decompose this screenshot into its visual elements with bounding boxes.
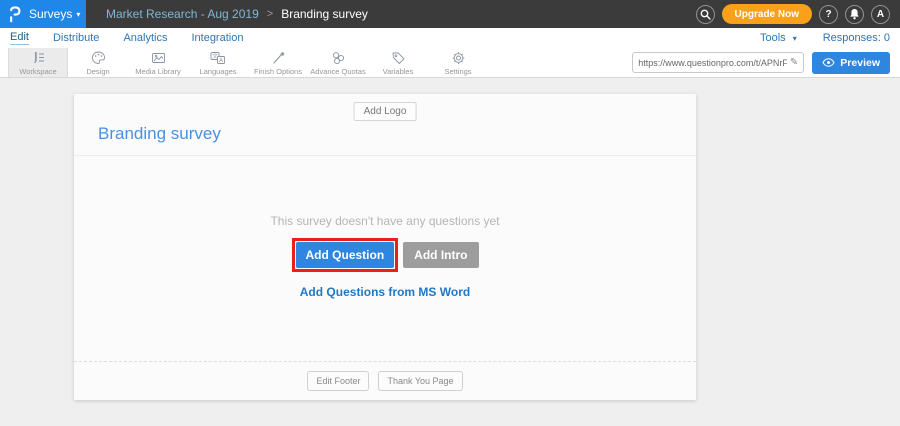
highlight-box: Add Question bbox=[292, 238, 399, 272]
surveys-menu-label: Surveys bbox=[29, 7, 72, 21]
add-logo-button[interactable]: Add Logo bbox=[354, 102, 417, 121]
edit-toolbar: Workspace Design Media Library bbox=[0, 48, 900, 78]
toolbar-item-label: Design bbox=[86, 67, 109, 76]
workspace-icon bbox=[31, 51, 46, 65]
design-icon bbox=[91, 51, 106, 65]
tab-analytics[interactable]: Analytics bbox=[123, 32, 167, 44]
thank-you-page-button[interactable]: Thank You Page bbox=[378, 371, 462, 391]
add-intro-button[interactable]: Add Intro bbox=[403, 242, 478, 268]
breadcrumb: Market Research - Aug 2019 > Branding su… bbox=[106, 7, 368, 21]
toolbar-item-languages[interactable]: 文 A Languages bbox=[188, 48, 248, 77]
toolbar-spacer bbox=[488, 48, 632, 77]
toolbar-item-media-library[interactable]: Media Library bbox=[128, 48, 188, 77]
survey-card: Add Logo Branding survey This survey doe… bbox=[74, 94, 696, 400]
survey-title[interactable]: Branding survey bbox=[98, 124, 221, 144]
breadcrumb-current: Branding survey bbox=[281, 7, 368, 21]
toolbar-item-workspace[interactable]: Workspace bbox=[8, 48, 68, 77]
breadcrumb-separator: > bbox=[267, 8, 273, 20]
edit-footer-button[interactable]: Edit Footer bbox=[307, 371, 369, 391]
notifications-button[interactable] bbox=[845, 5, 864, 24]
breadcrumb-parent[interactable]: Market Research - Aug 2019 bbox=[106, 7, 259, 21]
toolbar-item-label: Variables bbox=[383, 67, 414, 76]
upgrade-now-button[interactable]: Upgrade Now bbox=[722, 4, 812, 24]
survey-url-input[interactable] bbox=[638, 58, 787, 68]
tab-distribute[interactable]: Distribute bbox=[53, 32, 99, 44]
toolbar-item-finish-options[interactable]: Finish Options bbox=[248, 48, 308, 77]
advance-quotas-icon bbox=[331, 51, 346, 65]
languages-icon: 文 A bbox=[210, 51, 226, 65]
toolbar-items: Workspace Design Media Library bbox=[8, 48, 488, 77]
surveys-menu[interactable]: Surveys ▾ bbox=[0, 0, 86, 28]
preview-button[interactable]: Preview bbox=[812, 52, 890, 74]
media-library-icon bbox=[151, 51, 166, 65]
tools-label: Tools bbox=[760, 32, 786, 44]
toolbar-item-label: Languages bbox=[199, 67, 236, 76]
tools-dropdown[interactable]: Tools ▾ bbox=[760, 32, 797, 44]
search-button[interactable] bbox=[696, 5, 715, 24]
top-bar: Surveys ▾ Market Research - Aug 2019 > B… bbox=[0, 0, 900, 28]
survey-url-box: ✎ bbox=[632, 52, 804, 73]
chevron-down-icon: ▾ bbox=[793, 34, 797, 43]
toolbar-item-label: Settings bbox=[444, 67, 471, 76]
chevron-down-icon: ▾ bbox=[76, 10, 80, 19]
settings-icon bbox=[451, 51, 466, 65]
toolbar-item-design[interactable]: Design bbox=[68, 48, 128, 77]
add-questions-ms-word-link[interactable]: Add Questions from MS Word bbox=[300, 285, 470, 299]
toolbar-item-label: Media Library bbox=[135, 67, 180, 76]
survey-card-body: This survey doesn't have any questions y… bbox=[74, 214, 696, 301]
search-icon bbox=[700, 9, 711, 20]
topbar-actions: Upgrade Now ? A bbox=[696, 4, 890, 24]
variables-icon bbox=[391, 51, 406, 65]
tab-edit[interactable]: Edit bbox=[10, 31, 29, 45]
toolbar-item-label: Workspace bbox=[19, 67, 56, 76]
toolbar-item-label: Finish Options bbox=[254, 67, 302, 76]
empty-state-actions: Add Question Add Intro bbox=[74, 238, 696, 272]
help-label: ? bbox=[825, 9, 831, 20]
nav-right: Tools ▾ Responses: 0 bbox=[760, 32, 890, 44]
empty-state-text: This survey doesn't have any questions y… bbox=[74, 214, 696, 228]
preview-label: Preview bbox=[840, 57, 880, 69]
toolbar-item-advance-quotas[interactable]: Advance Quotas bbox=[308, 48, 368, 77]
toolbar-item-variables[interactable]: Variables bbox=[368, 48, 428, 77]
bell-icon bbox=[849, 8, 860, 20]
tab-integration[interactable]: Integration bbox=[191, 32, 243, 44]
main-area: Add Logo Branding survey This survey doe… bbox=[0, 78, 900, 426]
section-nav: Edit Distribute Analytics Integration To… bbox=[0, 28, 900, 48]
questionpro-edit-screen: Surveys ▾ Market Research - Aug 2019 > B… bbox=[0, 0, 900, 426]
eye-icon bbox=[822, 58, 835, 67]
avatar[interactable]: A bbox=[871, 5, 890, 24]
svg-text:A: A bbox=[219, 58, 223, 64]
toolbar-item-label: Advance Quotas bbox=[310, 67, 365, 76]
edit-url-pencil-icon[interactable]: ✎ bbox=[790, 57, 798, 68]
avatar-initial: A bbox=[877, 9, 884, 20]
questionpro-logo-icon bbox=[8, 5, 22, 23]
responses-count[interactable]: Responses: 0 bbox=[823, 32, 890, 44]
help-button[interactable]: ? bbox=[819, 5, 838, 24]
toolbar-item-settings[interactable]: Settings bbox=[428, 48, 488, 77]
survey-card-header: Add Logo Branding survey bbox=[74, 94, 696, 156]
survey-card-footer: Edit Footer Thank You Page bbox=[74, 361, 696, 400]
add-question-button[interactable]: Add Question bbox=[296, 242, 395, 268]
finish-options-icon bbox=[271, 51, 286, 65]
